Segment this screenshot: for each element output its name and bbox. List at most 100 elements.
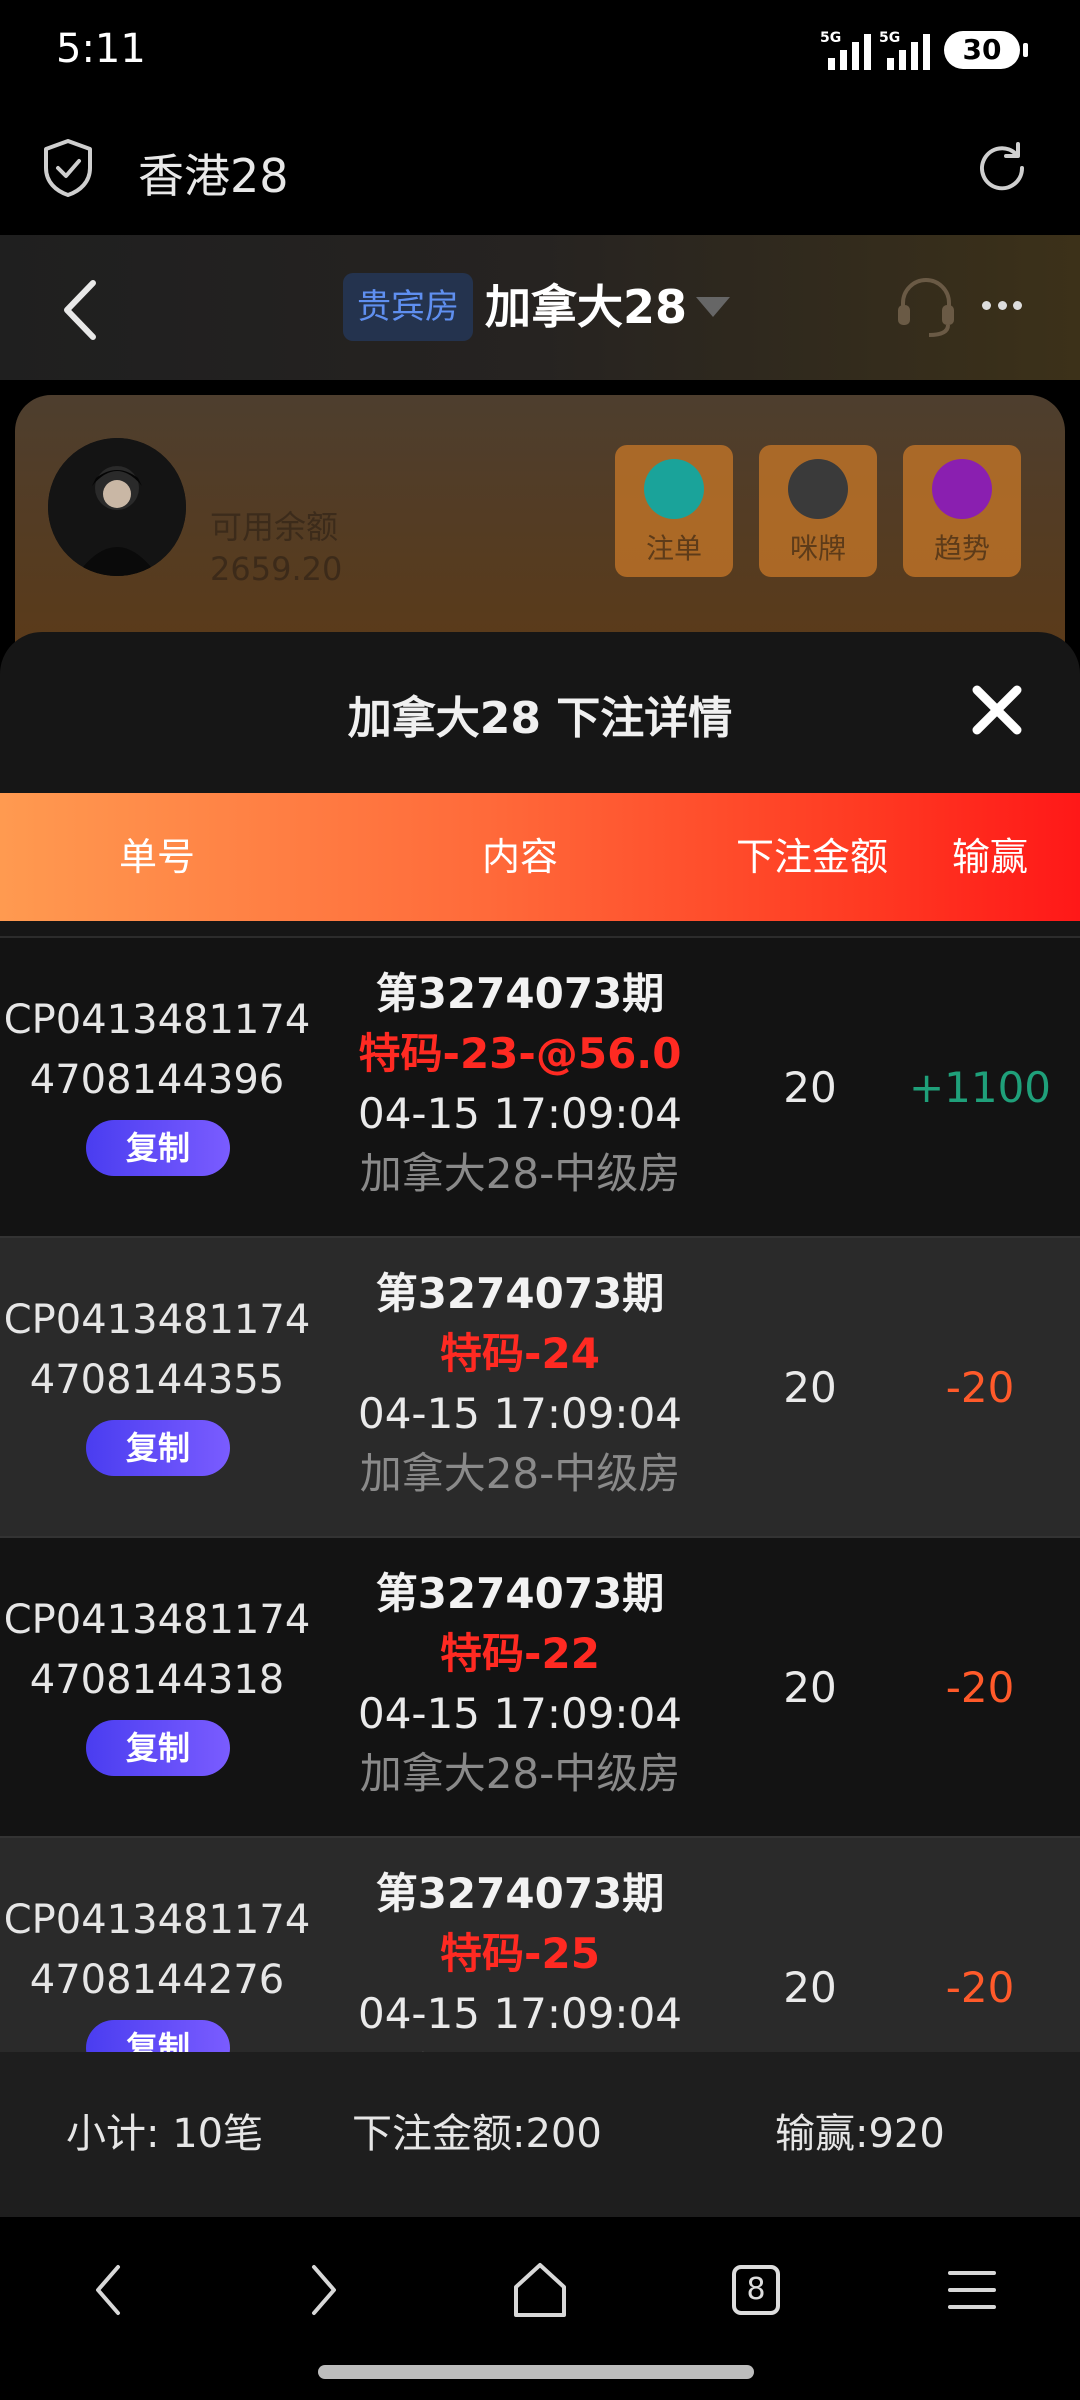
bet-winloss: -20 — [945, 1963, 1015, 2012]
summary-count-value: 10 — [172, 2111, 224, 2157]
table-row: CP0413481174 4708144396 复制 第3274073期 特码-… — [0, 938, 1080, 1238]
bet-winloss: -20 — [945, 1363, 1015, 1412]
trend-shortcut[interactable]: 趋势 — [903, 445, 1021, 577]
bet-period: 第3274073期 — [375, 1569, 665, 1618]
bet-pick: 特码-25 — [440, 1929, 600, 1978]
copy-button[interactable]: 复制 — [86, 1720, 230, 1776]
bet-winloss: +1100 — [908, 1063, 1052, 1112]
home-icon[interactable] — [510, 2255, 570, 2325]
copy-button[interactable]: 复制 — [86, 1420, 230, 1476]
home-indicator[interactable] — [318, 2365, 754, 2379]
more-options-icon[interactable] — [982, 301, 1022, 313]
signal-icon: 5G — [879, 30, 930, 70]
summary-winloss-value: 920 — [868, 2111, 945, 2157]
table-row: CP0413481174 4708144355 复制 第3274073期 特码-… — [0, 1238, 1080, 1538]
avatar — [48, 438, 186, 576]
sheet-title: 加拿大28 下注详情 — [347, 693, 733, 744]
balance-label: 可用余额 — [210, 508, 339, 546]
order-id-line: 4708144276 — [29, 1957, 285, 2003]
column-header-amount: 下注金额 — [735, 835, 888, 879]
network-type-label: 5G — [820, 30, 842, 46]
bet-period: 第3274073期 — [375, 969, 665, 1018]
menu-icon[interactable] — [946, 2255, 998, 2325]
status-time: 5:11 — [56, 26, 146, 72]
status-bar: 5:11 5G 5G 30 — [0, 0, 1080, 110]
order-id: CP0413481174 4708144318 — [0, 1590, 314, 1710]
order-id-line: 4708144355 — [29, 1357, 285, 1403]
bet-content: 第3274073期 特码-24 04-15 17:09:04 加拿大28-中级房 — [300, 1264, 740, 1504]
room-badge: 贵宾房 — [343, 273, 473, 341]
shield-check-icon[interactable] — [42, 138, 94, 198]
bet-time: 04-15 17:09:04 — [357, 1089, 683, 1138]
order-id-line: CP0413481174 — [3, 1597, 311, 1643]
table-row: CP0413481174 4708144318 复制 第3274073期 特码-… — [0, 1538, 1080, 1838]
signal-icon: 5G — [820, 30, 871, 70]
order-id: CP0413481174 4708144355 — [0, 1290, 314, 1410]
bet-time: 04-15 17:09:04 — [357, 1989, 683, 2038]
bet-amount: 20 — [783, 1663, 837, 1712]
cards-shortcut[interactable]: 咪牌 — [759, 445, 877, 577]
battery-icon: 30 — [944, 31, 1028, 69]
order-id: CP0413481174 4708144396 — [0, 990, 314, 1110]
bet-room: 加拿大28-中级房 — [359, 1449, 681, 1498]
table-header: 单号 内容 下注金额 输赢 — [0, 793, 1080, 921]
column-header-id: 单号 — [118, 835, 195, 879]
bet-amount: 20 — [783, 1363, 837, 1412]
tabs-count-icon[interactable]: 8 — [732, 2265, 780, 2315]
screen: 5:11 5G 5G 30 香港28 贵宾房 加拿大28 可用余额 2659.2… — [0, 0, 1080, 2400]
order-id-line: CP0413481174 — [3, 997, 311, 1043]
headset-icon[interactable] — [895, 273, 957, 339]
balance-value: 2659.20 — [210, 550, 343, 588]
orders-shortcut[interactable]: 注单 — [615, 445, 733, 577]
nav-back-icon[interactable] — [88, 2255, 128, 2325]
column-header-content: 内容 — [481, 835, 558, 879]
close-icon[interactable] — [969, 682, 1025, 738]
order-id-line: 4708144318 — [29, 1657, 285, 1703]
summary-count: 小计: 10笔 — [66, 2052, 263, 2217]
summary-amount: 下注金额:200 — [352, 2111, 602, 2157]
tool-label: 注单 — [645, 532, 702, 565]
bet-room: 加拿大28-中级房 — [300, 2044, 740, 2052]
bet-pick: 特码-24 — [440, 1329, 600, 1378]
summary-winloss: 输赢:920 — [775, 2052, 945, 2217]
copy-button[interactable]: 复制 — [86, 1120, 230, 1176]
bet-room: 加拿大28-中级房 — [359, 1749, 681, 1798]
order-id-line: 4708144396 — [29, 1057, 285, 1103]
status-icons: 5G 5G 30 — [820, 30, 1028, 70]
tool-label: 咪牌 — [789, 532, 846, 565]
caret-down-icon[interactable] — [696, 297, 730, 317]
bet-list[interactable]: CP0413481174 4708144396 复制 第3274073期 特码-… — [0, 938, 1080, 2052]
back-arrow-icon[interactable] — [55, 275, 105, 345]
bet-period: 第3274073期 — [375, 1869, 665, 1918]
app-header: 贵宾房 加拿大28 — [0, 235, 1080, 380]
network-type-label: 5G — [879, 30, 901, 46]
bet-period: 第3274073期 — [375, 1269, 665, 1318]
bet-details-sheet: 加拿大28 下注详情 单号 内容 下注金额 输赢 CP0413481174 47… — [0, 632, 1080, 2217]
copy-button[interactable]: 复制 — [86, 2020, 230, 2052]
nav-forward-icon[interactable] — [304, 2255, 344, 2325]
bet-time: 04-15 17:09:04 — [357, 1389, 683, 1438]
bet-content: 第3274073期 特码-23-@56.0 04-15 17:09:04 加拿大… — [300, 964, 740, 1204]
bet-amount: 20 — [783, 1063, 837, 1112]
browser-nav-bar: 8 — [0, 2217, 1080, 2400]
bet-winloss: -20 — [945, 1663, 1015, 1712]
browser-bar: 香港28 — [0, 110, 1080, 235]
tool-label: 趋势 — [933, 532, 990, 565]
bet-room: 加拿大28-中级房 — [359, 1149, 681, 1198]
chat-bubble-icon — [644, 459, 704, 519]
column-header-winloss: 输赢 — [951, 835, 1028, 879]
chart-icon — [932, 459, 992, 519]
game-title[interactable]: 加拿大28 — [485, 273, 687, 341]
summary-winloss-prefix: 输赢: — [775, 2111, 869, 2157]
order-id-line: CP0413481174 — [3, 1297, 311, 1343]
bet-content: 第3274073期 特码-25 04-15 17:09:04 加拿大28-中级房 — [300, 1864, 740, 2052]
bet-pick: 特码-22 — [440, 1629, 600, 1678]
bet-time: 04-15 17:09:04 — [357, 1689, 683, 1738]
bet-pick: 特码-23-@56.0 — [358, 1029, 682, 1078]
cards-icon — [788, 459, 848, 519]
reload-icon[interactable] — [972, 138, 1032, 198]
order-id: CP0413481174 4708144276 — [0, 1890, 314, 2010]
summary-bar: 小计: 10笔 下注金额:200 输赢:920 — [0, 2052, 1080, 2217]
order-id-line: CP0413481174 — [3, 1897, 311, 1943]
summary-count-suffix: 笔 — [223, 2111, 264, 2157]
